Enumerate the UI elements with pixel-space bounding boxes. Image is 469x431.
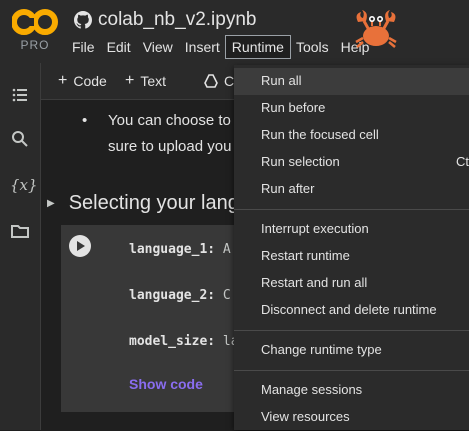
add-text-label: Text: [140, 73, 167, 89]
form-param-language-2: language_2: C: [129, 288, 231, 303]
left-sidebar: {x}: [0, 63, 41, 430]
notebook-title[interactable]: colab_nb_v2.ipynb: [98, 9, 256, 31]
menu-tools[interactable]: Tools: [290, 36, 335, 58]
bullet-dot: •: [82, 112, 88, 129]
plus-icon: +: [125, 72, 135, 89]
menu-option-label: Restart runtime: [261, 248, 350, 263]
param-name: language_1:: [129, 242, 216, 257]
menu-option-label: Change runtime type: [261, 342, 382, 357]
menu-option-restart-and-run-all[interactable]: Restart and run all: [234, 270, 469, 297]
form-param-model-size: model_size: la: [129, 334, 239, 349]
menu-option-manage-sessions[interactable]: Manage sessions: [234, 377, 469, 404]
add-text-button[interactable]: + Text: [125, 71, 166, 91]
add-code-label: Code: [73, 73, 107, 89]
pro-badge: PRO: [20, 38, 50, 52]
files-icon[interactable]: [10, 221, 30, 241]
menu-option-run-focused-cell[interactable]: Run the focused cell: [234, 122, 469, 149]
variables-icon[interactable]: {x}: [10, 175, 38, 195]
crab-icon: [355, 10, 397, 48]
menu-option-view-resources[interactable]: View resources: [234, 404, 469, 431]
menu-divider: [234, 370, 469, 371]
menu-option-label: Run the focused cell: [261, 127, 379, 142]
menu-divider: [234, 330, 469, 331]
title-row: colab_nb_v2.ipynb: [74, 9, 256, 31]
menu-option-label: Manage sessions: [261, 382, 363, 397]
menu-option-run-after[interactable]: Run after: [234, 176, 469, 203]
menu-option-run-all[interactable]: Run all: [234, 68, 469, 95]
menu-option-label: View resources: [261, 409, 350, 424]
copy-label: C: [224, 73, 235, 89]
github-icon: [74, 11, 92, 29]
bullet-text-line2: sure to upload you: [108, 138, 232, 155]
run-cell-button[interactable]: [69, 235, 91, 257]
add-code-button[interactable]: + Code: [58, 71, 107, 91]
param-name: model_size:: [129, 334, 216, 349]
colab-logo[interactable]: PRO: [12, 8, 58, 56]
menu-option-interrupt-execution[interactable]: Interrupt execution: [234, 216, 469, 243]
menu-option-disconnect-and-delete[interactable]: Disconnect and delete runtime: [234, 297, 469, 324]
search-icon[interactable]: [10, 129, 30, 149]
runtime-menu-dropdown: Run all Run before Run the focused cell …: [234, 65, 469, 430]
drive-icon: [204, 74, 218, 88]
menu-option-label: Run before: [261, 100, 326, 115]
param-name: language_2:: [129, 288, 216, 303]
menu-view[interactable]: View: [137, 36, 179, 58]
section-title: Selecting your lang: [68, 191, 239, 214]
expand-caret-icon[interactable]: ▶: [47, 198, 55, 209]
menu-option-change-runtime-type[interactable]: Change runtime type: [234, 337, 469, 364]
bullet-text-line1: You can choose to: [108, 112, 231, 129]
show-code-link[interactable]: Show code: [129, 376, 203, 392]
menu-option-restart-runtime[interactable]: Restart runtime: [234, 243, 469, 270]
menu-option-label: Interrupt execution: [261, 221, 369, 236]
menu-edit[interactable]: Edit: [101, 36, 137, 58]
menu-option-label: Run after: [261, 181, 315, 196]
menu-runtime[interactable]: Runtime: [224, 35, 291, 59]
form-param-language-1: language_1: A: [129, 242, 231, 257]
param-value[interactable]: C: [223, 288, 231, 303]
colab-logo-mark: [12, 9, 58, 35]
menu-option-label: Run all: [261, 73, 302, 88]
menu-option-label: Disconnect and delete runtime: [261, 302, 437, 317]
menu-option-run-before[interactable]: Run before: [234, 95, 469, 122]
section-header[interactable]: ▶ Selecting your lang: [47, 190, 239, 216]
menu-option-label: Run selection: [261, 154, 340, 169]
param-value[interactable]: A: [223, 242, 231, 257]
menu-option-shortcut: Ct: [456, 154, 469, 169]
menu-bar: File Edit View Insert Runtime Tools Help: [66, 35, 375, 59]
menu-option-label: Restart and run all: [261, 275, 368, 290]
menu-option-run-selection[interactable]: Run selection Ct: [234, 149, 469, 176]
menu-insert[interactable]: Insert: [179, 36, 226, 58]
table-of-contents-icon[interactable]: [10, 85, 30, 105]
copy-to-drive-button[interactable]: C: [204, 71, 234, 91]
menu-divider: [234, 209, 469, 210]
menu-file[interactable]: File: [66, 36, 101, 58]
app-header: PRO colab_nb_v2.ipynb File Edit View Ins…: [0, 0, 469, 63]
plus-icon: +: [58, 72, 68, 89]
